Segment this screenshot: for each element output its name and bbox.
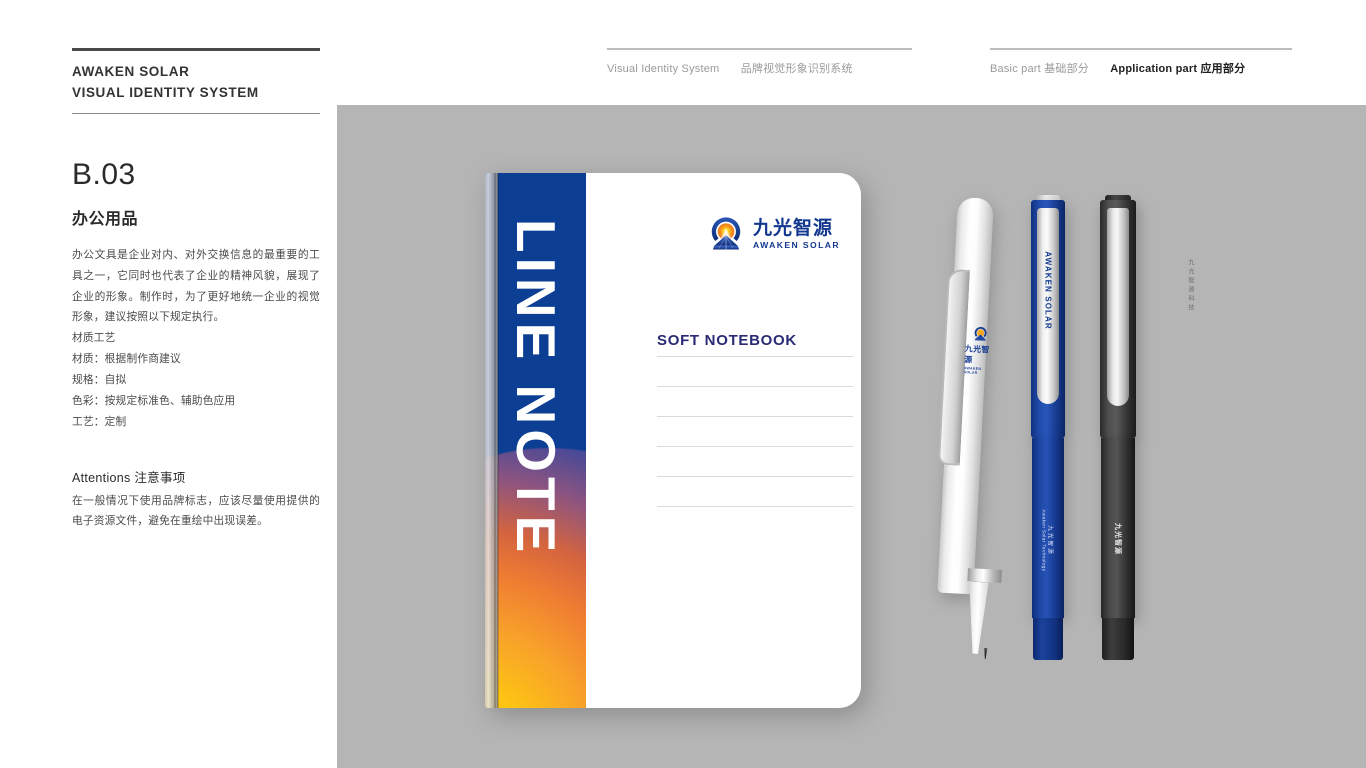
- tab-basic-part-cn[interactable]: 基础部分: [1044, 63, 1089, 75]
- black-pen-cap: 九光智源科技: [1100, 200, 1193, 438]
- notebook-spine: LINE NOTE: [485, 173, 586, 708]
- white-pen-logo: 九光智源 AWAKEN SOLAR: [963, 325, 996, 376]
- rule-line: [657, 506, 853, 507]
- notebook-mockup: 九光智源 AWAKEN SOLAR SOFT NOTEBOOK A5 210x1…: [485, 173, 861, 708]
- header-label-cn: 品牌视觉形象识别系统: [740, 62, 853, 75]
- blue-pen-end: [1033, 618, 1063, 660]
- rule-line: [657, 416, 853, 417]
- logo-name-cn: 九光智源: [753, 217, 834, 239]
- white-pen-mockup: 九光智源 AWAKEN SOLAR: [937, 197, 1004, 660]
- black-pen-end: [1102, 618, 1134, 660]
- spec-item: 材质：根据制作商建议: [72, 353, 181, 366]
- header-row: Basic part 基础部分 Application part 应用部分: [990, 60, 1292, 76]
- blue-pen-cap: AWAKEN SOLAR: [1031, 200, 1065, 438]
- blue-pen-barrel: 九光智源 Awaken Solar Technology: [1032, 438, 1064, 618]
- vis-page: AWAKEN SOLAR VISUAL IDENTITY SYSTEM B.03…: [0, 0, 1366, 768]
- black-pen-barrel-cn: 九光智源: [1114, 523, 1121, 555]
- spec-item: 色彩：按规定标准色、辅助色应用: [72, 394, 236, 407]
- black-pen-clip-label: 九光智源科技: [1187, 259, 1193, 313]
- blue-pen-clip: AWAKEN SOLAR: [1037, 208, 1059, 404]
- blue-pen-barrel-cn: 九光智源: [1046, 525, 1053, 556]
- section-intro: 办公文具是企业对内、对外交换信息的最重要的工具之一，它同时也代表了企业的精神风貌…: [72, 248, 320, 324]
- black-pen-clip: 九光智源科技: [1107, 208, 1193, 406]
- header-label-en: Visual Identity System: [607, 62, 720, 75]
- spec-item: 材质工艺: [72, 332, 116, 345]
- left-column: AWAKEN SOLAR VISUAL IDENTITY SYSTEM B.03…: [72, 48, 320, 532]
- attentions-heading: Attentions 注意事项: [72, 470, 186, 485]
- spec-list: 材质工艺 材质：根据制作商建议 规格：自拟 色彩：按规定标准色、辅助色应用 工艺…: [72, 328, 320, 432]
- tab-basic-part-en[interactable]: Basic part: [990, 63, 1041, 75]
- rule-line: [657, 386, 853, 387]
- blue-pen-barrel-en: Awaken Solar Technology: [1041, 509, 1047, 572]
- blue-pen-clip-label: AWAKEN SOLAR: [1043, 251, 1053, 330]
- section-title: 办公用品: [72, 210, 139, 228]
- tab-application-part-en[interactable]: Application part: [1110, 63, 1197, 75]
- brand-name: AWAKEN SOLAR: [72, 64, 190, 79]
- notebook-paper: 九光智源 AWAKEN SOLAR SOFT NOTEBOOK A5 210x1…: [585, 173, 861, 708]
- logo-wordmark: 九光智源 AWAKEN SOLAR: [753, 219, 840, 250]
- rule-line: [657, 356, 853, 357]
- awaken-solar-logo-icon: [707, 215, 745, 253]
- spec-item: 工艺：定制: [72, 415, 127, 428]
- awaken-solar-logo-icon: [972, 326, 989, 343]
- white-pen-logo-en: AWAKEN SOLAR: [963, 366, 982, 375]
- brand-subtitle: VISUAL IDENTITY SYSTEM: [72, 84, 259, 100]
- header-row: Visual Identity System 品牌视觉形象识别系统: [607, 60, 912, 76]
- binding-stripe: [497, 173, 499, 708]
- attentions-body: 在一般情况下使用品牌标志，应该尽量使用提供的电子资源文件，避免在重绘中出现误差。: [72, 494, 320, 528]
- section-code: B.03: [72, 157, 136, 191]
- brand-title-block: AWAKEN SOLAR VISUAL IDENTITY SYSTEM: [72, 51, 320, 113]
- rule-line: [657, 476, 853, 477]
- blue-pen-barrel-text: 九光智源 Awaken Solar Technology: [1042, 491, 1055, 591]
- brand-rule-bottom: [72, 112, 320, 114]
- header-group-parts: Basic part 基础部分 Application part 应用部分: [990, 48, 1292, 76]
- white-pen-nib: [983, 648, 989, 659]
- spec-item: 规格：自拟: [72, 374, 127, 386]
- tab-application-part-cn[interactable]: 应用部分: [1200, 63, 1245, 75]
- white-pen-logo-cn: 九光智源: [963, 344, 990, 365]
- blue-pen-mockup: AWAKEN SOLAR 九光智源 Awaken Solar Technolog…: [1031, 195, 1065, 660]
- black-pen-barrel: 九光智源: [1101, 438, 1135, 618]
- spine-title: LINE NOTE: [505, 219, 567, 558]
- header-rule: [990, 48, 1292, 50]
- white-pen-chrome-ring: [967, 568, 1002, 583]
- black-pen-mockup: 九光智源科技 九光智源: [1100, 195, 1193, 660]
- notebook-cover-title: SOFT NOTEBOOK: [657, 332, 797, 349]
- rule-line: [657, 446, 853, 447]
- binding-stripe: [494, 173, 496, 708]
- header-group-system: Visual Identity System 品牌视觉形象识别系统: [607, 48, 912, 76]
- notebook-rule-lines: [657, 356, 853, 536]
- header-rule: [607, 48, 912, 50]
- logo-name-en: AWAKEN SOLAR: [753, 239, 840, 250]
- notebook-logo: 九光智源 AWAKEN SOLAR: [707, 215, 840, 253]
